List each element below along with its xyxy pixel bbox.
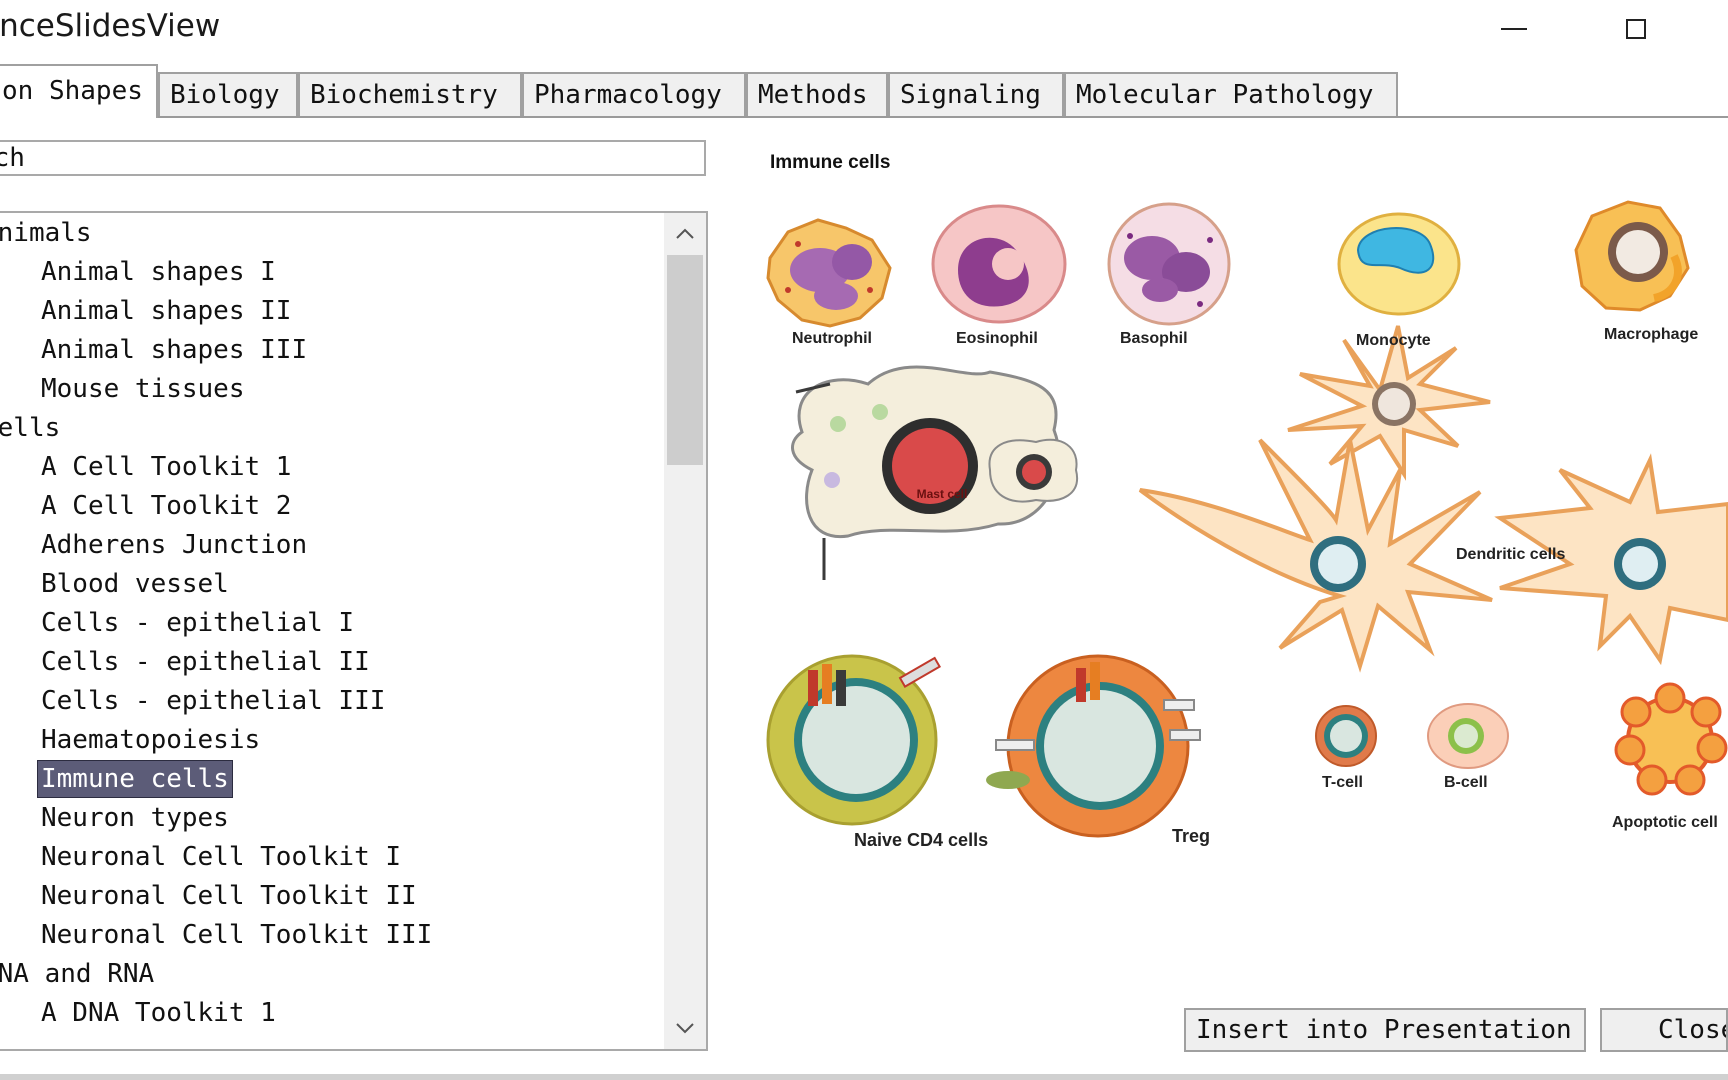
maximize-button[interactable] xyxy=(1606,6,1666,52)
tree-category-animals[interactable]: Animals xyxy=(0,215,92,251)
label-eosinophil: Eosinophil xyxy=(956,330,1038,347)
tree-item-mouse-tissues[interactable]: Mouse tissues xyxy=(38,371,248,407)
label-naive-cd4-cells: Naive CD4 cells xyxy=(854,830,989,850)
tree-scrollbar[interactable] xyxy=(664,213,706,1049)
label-basophil: Basophil xyxy=(1120,330,1188,347)
macrophage-icon xyxy=(1574,200,1690,312)
scroll-down-icon[interactable] xyxy=(664,1009,706,1047)
label-apoptotic-cell: Apoptotic cell xyxy=(1612,814,1718,831)
basophil-icon xyxy=(1107,202,1231,326)
tab-pharmacology[interactable]: Pharmacology xyxy=(522,72,746,116)
tree-item-neuronal-toolkit-3[interactable]: Neuronal Cell Toolkit III xyxy=(38,917,435,953)
tree-item-animal-shapes-3[interactable]: Animal shapes III xyxy=(38,332,310,368)
maximize-icon xyxy=(1626,19,1646,39)
tree-item-epithelial-3[interactable]: Cells - epithelial III xyxy=(38,683,388,719)
tree-item-cell-toolkit-2[interactable]: A Cell Toolkit 2 xyxy=(38,488,294,524)
dendritic-cell-large-icon xyxy=(1138,438,1493,673)
naive-cd4-cell-icon xyxy=(766,654,942,826)
label-treg: Treg xyxy=(1172,826,1211,846)
search-input[interactable] xyxy=(0,140,706,176)
tree-item-animal-shapes-1[interactable]: Animal shapes I xyxy=(38,254,279,290)
window-title: enceSlidesView xyxy=(0,8,221,44)
tree-category-cells[interactable]: Cells xyxy=(0,410,60,446)
tree-category-dna-rna[interactable]: DNA and RNA xyxy=(0,956,154,992)
tab-molecular-pathology[interactable]: Molecular Pathology xyxy=(1064,72,1398,116)
tree-item-immune-cells[interactable]: Immune cells xyxy=(38,761,232,797)
small-mast-cell-icon xyxy=(988,438,1079,503)
close-button[interactable]: Close xyxy=(1600,1008,1728,1052)
category-tabs: on Shapes Biology Biochemistry Pharmacol… xyxy=(0,62,1728,118)
eosinophil-icon xyxy=(931,204,1067,324)
label-dendritic-cells: Dendritic cells xyxy=(1456,546,1566,563)
tab-common-shapes[interactable]: on Shapes xyxy=(0,64,158,118)
tree-item-adherens-junction[interactable]: Adherens Junction xyxy=(38,527,310,563)
minimize-icon xyxy=(1501,28,1527,30)
label-monocyte: Monocyte xyxy=(1356,332,1431,349)
tree-item-neuronal-toolkit-2[interactable]: Neuronal Cell Toolkit II xyxy=(38,878,420,914)
window-bottom-edge xyxy=(0,1074,1728,1080)
tree-item-epithelial-1[interactable]: Cells - epithelial I xyxy=(38,605,357,641)
tree-item-cell-toolkit-1[interactable]: A Cell Toolkit 1 xyxy=(38,449,294,485)
slide-tree[interactable]: Animals Animal shapes I Animal shapes II… xyxy=(0,211,708,1051)
title-bar: enceSlidesView xyxy=(0,0,1728,62)
minimize-button[interactable] xyxy=(1484,6,1544,52)
label-mast-cell: Mast cell xyxy=(916,487,968,501)
label-t-cell: T-cell xyxy=(1322,774,1363,791)
apoptotic-cell-icon xyxy=(1614,682,1728,796)
label-macrophage: Macrophage xyxy=(1604,326,1699,343)
tree-item-haematopoiesis[interactable]: Haematopoiesis xyxy=(38,722,263,758)
tab-signaling[interactable]: Signaling xyxy=(888,72,1064,116)
tab-biochemistry[interactable]: Biochemistry xyxy=(298,72,522,116)
scroll-thumb[interactable] xyxy=(667,255,703,465)
scroll-up-icon[interactable] xyxy=(664,215,706,253)
tree-item-neuronal-toolkit-1[interactable]: Neuronal Cell Toolkit I xyxy=(38,839,404,875)
tab-methods[interactable]: Methods xyxy=(746,72,888,116)
tree-item-neuron-types[interactable]: Neuron types xyxy=(38,800,232,836)
label-neutrophil: Neutrophil xyxy=(792,330,872,347)
insert-into-presentation-button[interactable]: Insert into Presentation xyxy=(1184,1008,1586,1052)
slide-preview: Immune cells Neutrophil Eosinophil Basop… xyxy=(740,140,1728,1000)
treg-cell-icon xyxy=(986,654,1201,838)
immune-cells-illustration xyxy=(766,200,1728,838)
tree-item-blood-vessel[interactable]: Blood vessel xyxy=(38,566,232,602)
monocyte-icon xyxy=(1337,212,1461,316)
label-b-cell: B-cell xyxy=(1444,774,1488,791)
tree-item-dna-toolkit-1[interactable]: A DNA Toolkit 1 xyxy=(38,995,279,1031)
tree-item-animal-shapes-2[interactable]: Animal shapes II xyxy=(38,293,294,329)
t-cell-icon xyxy=(1315,705,1377,767)
neutrophil-icon xyxy=(766,218,892,328)
tree-item-epithelial-2[interactable]: Cells - epithelial II xyxy=(38,644,373,680)
b-cell-icon xyxy=(1427,703,1509,769)
tab-biology[interactable]: Biology xyxy=(158,72,298,116)
